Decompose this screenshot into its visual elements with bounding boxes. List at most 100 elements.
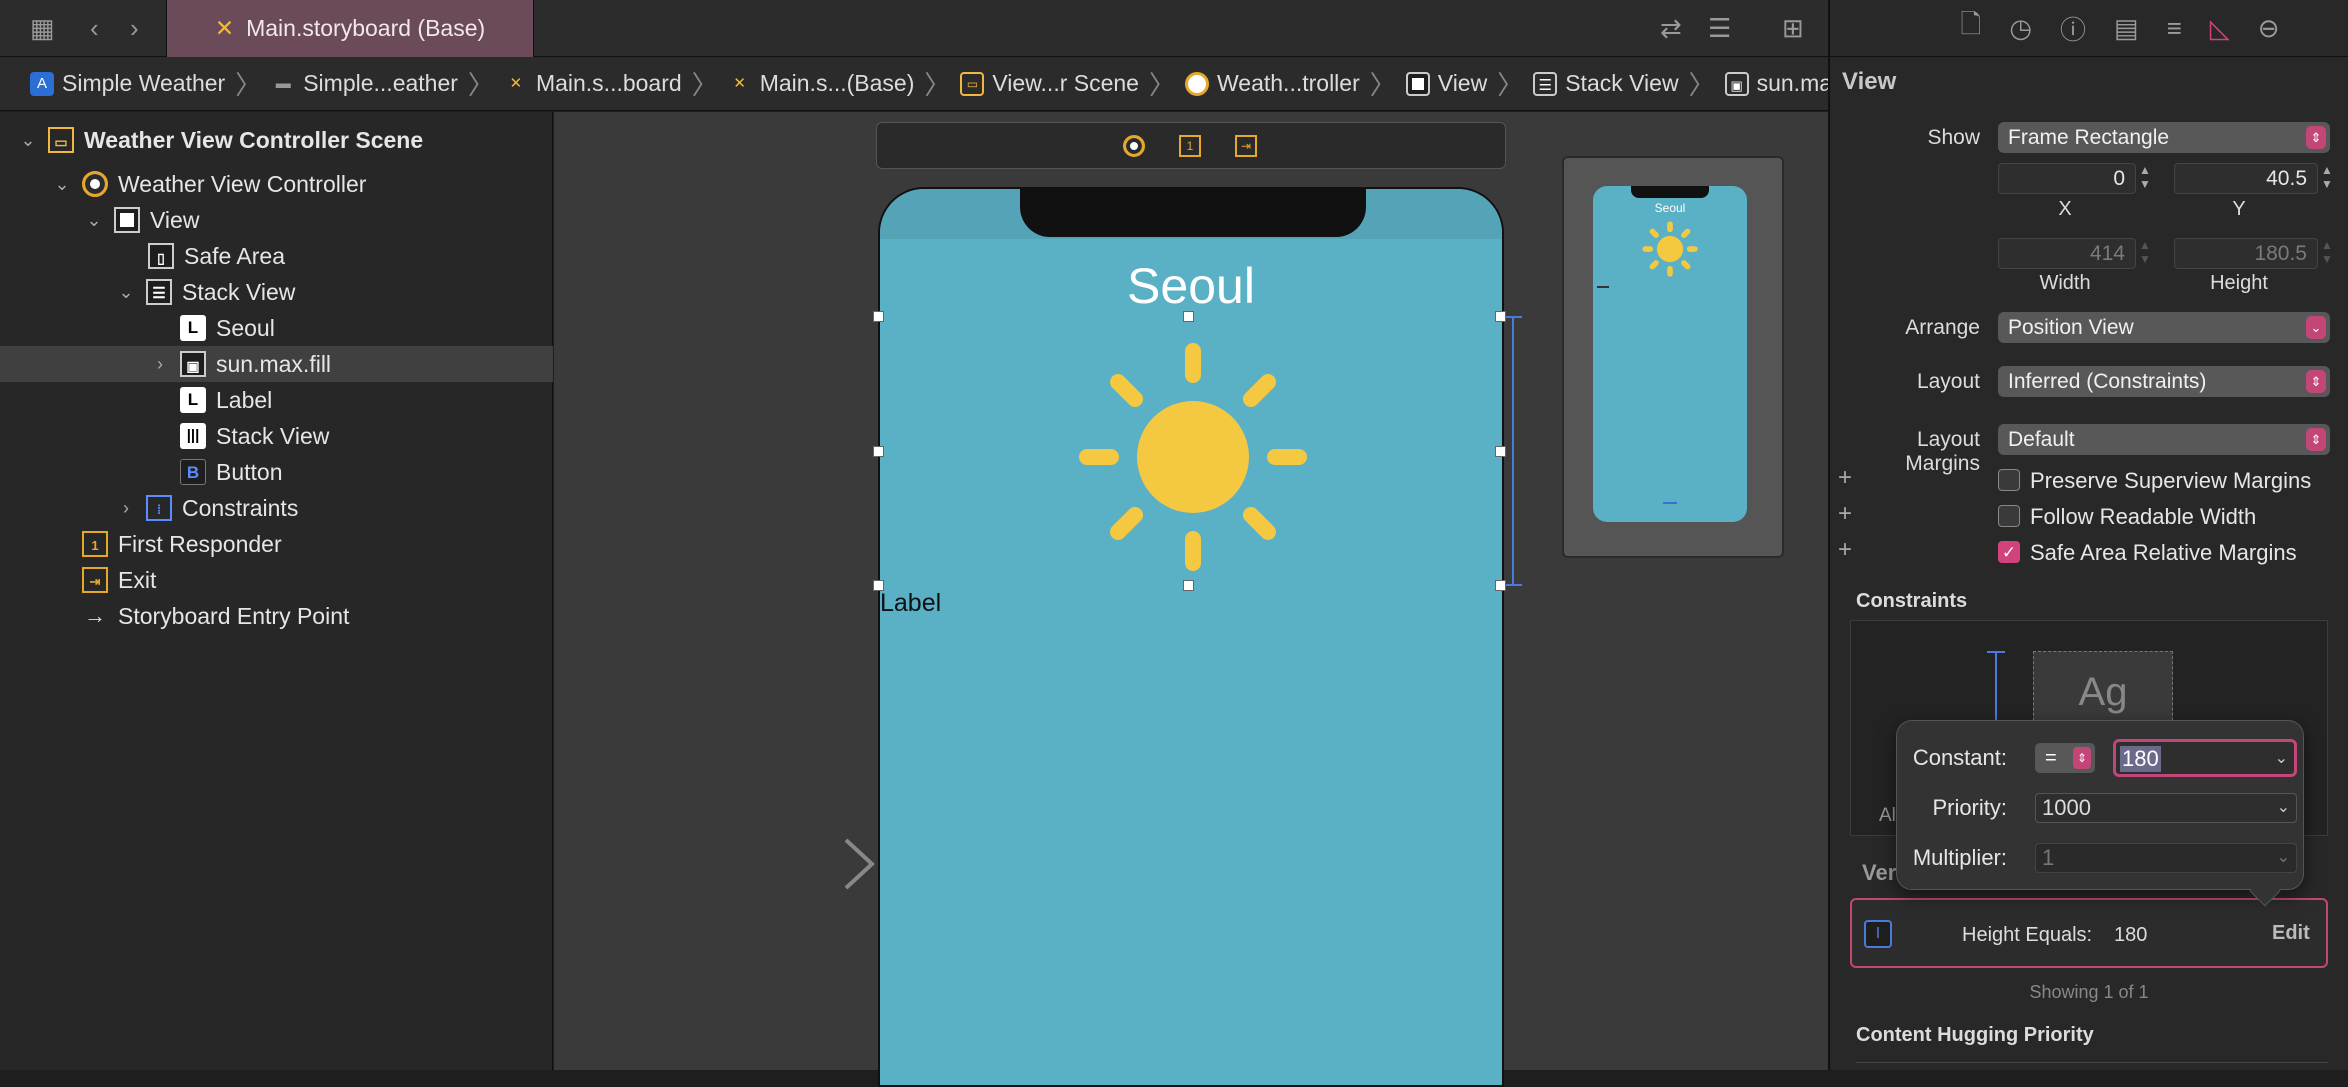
grid-icon[interactable]: ▦ bbox=[30, 13, 55, 44]
help-icon[interactable]: ⓘ bbox=[2060, 10, 2086, 47]
connections-icon[interactable]: ⊖ bbox=[2258, 13, 2280, 44]
resize-handle[interactable] bbox=[1495, 311, 1506, 322]
chevron-right-icon: 〉 bbox=[235, 70, 262, 100]
sun-icon[interactable] bbox=[1065, 329, 1321, 585]
chevron-down-icon[interactable]: ⌄ bbox=[84, 210, 104, 231]
height-constraint-line[interactable] bbox=[1512, 316, 1514, 586]
layout-margins-popup[interactable]: Default ⇕ bbox=[1998, 424, 2330, 455]
controller-icon bbox=[1185, 71, 1209, 96]
crumb-label: View...r Scene bbox=[992, 70, 1139, 96]
iphone-view[interactable]: Seoul Label bbox=[878, 187, 1504, 1087]
chevron-right-icon[interactable]: › bbox=[150, 354, 170, 375]
height-equals-label: Height Equals: bbox=[1962, 924, 2093, 946]
constraint-height-icon: I bbox=[1864, 920, 1892, 948]
inspector-title: View bbox=[1842, 68, 1897, 95]
swap-icon[interactable]: ⇄ bbox=[1660, 13, 1682, 44]
outline-sun-image[interactable]: › ▣ sun.max.fill bbox=[0, 346, 553, 382]
outline-constraints[interactable]: › ⁞ Constraints bbox=[0, 490, 553, 526]
resize-handle[interactable] bbox=[1183, 311, 1194, 322]
constant-field[interactable]: 180 ⌄ bbox=[2113, 739, 2297, 777]
outline-button[interactable]: B Button bbox=[0, 454, 553, 490]
outline-exit[interactable]: ⇥ Exit bbox=[0, 562, 553, 598]
inspector-tabs: 🗋 ◷ ⓘ ▤ ≡ ◺ ⊖ bbox=[1830, 0, 2348, 57]
layout-popup[interactable]: Inferred (Constraints) ⇕ bbox=[1998, 366, 2330, 397]
crumb-scene[interactable]: ▭ View...r Scene bbox=[960, 70, 1139, 97]
resize-handle[interactable] bbox=[873, 580, 884, 591]
plus-icon[interactable]: + bbox=[1838, 464, 1852, 492]
outline-seoul-label[interactable]: L Seoul bbox=[0, 310, 553, 346]
size-inspector-icon[interactable]: ◺ bbox=[2210, 13, 2230, 44]
layout-margins-label: Layout Margins bbox=[1905, 428, 1980, 475]
outline-first-responder[interactable]: 1 First Responder bbox=[0, 526, 553, 562]
show-popup[interactable]: Frame Rectangle ⇕ bbox=[1998, 122, 2330, 153]
readable-width-checkbox[interactable] bbox=[1998, 505, 2020, 527]
chevron-down-icon[interactable]: ⌄ bbox=[2275, 748, 2288, 768]
crumb-stack-view[interactable]: ☰ Stack View bbox=[1533, 70, 1679, 97]
outline-label-item[interactable]: L Label bbox=[0, 382, 553, 418]
outline-label: Seoul bbox=[216, 314, 275, 341]
safe-area-margins-checkbox[interactable]: ✓ bbox=[1998, 541, 2020, 563]
identity-icon[interactable]: ▤ bbox=[2114, 13, 2139, 44]
outline-stack-view[interactable]: ⌄ ☰ Stack View bbox=[0, 274, 553, 310]
chevron-down-icon[interactable]: ⌄ bbox=[18, 130, 38, 151]
preserve-margins-checkbox[interactable] bbox=[1998, 469, 2020, 491]
chevron-down-icon[interactable]: ⌄ bbox=[116, 282, 136, 303]
weather-label[interactable]: Label bbox=[880, 589, 941, 618]
crumb-controller[interactable]: Weath...troller bbox=[1185, 70, 1360, 97]
plus-icon[interactable]: + bbox=[1838, 536, 1852, 564]
crumb-folder[interactable]: ▬ Simple...eather bbox=[271, 70, 458, 97]
resize-handle[interactable] bbox=[1495, 580, 1506, 591]
horizontal-stack-icon: ||| bbox=[180, 423, 206, 449]
minimap-button bbox=[1663, 502, 1677, 504]
tab-main-storyboard[interactable]: ✕ Main.storyboard (Base) bbox=[166, 0, 534, 57]
show-label: Show bbox=[1927, 126, 1980, 149]
resize-handle[interactable] bbox=[1495, 446, 1506, 457]
priority-field[interactable]: 1000 ⌄ bbox=[2035, 793, 2297, 823]
add-editor-icon[interactable]: ⊞ bbox=[1782, 13, 1804, 44]
city-label[interactable]: Seoul bbox=[880, 257, 1502, 315]
entry-point-arrow[interactable] bbox=[724, 838, 876, 890]
outline-safe-area[interactable]: ▯ Safe Area bbox=[0, 238, 553, 274]
chevron-right-icon[interactable]: › bbox=[116, 498, 136, 519]
minimap-notch bbox=[1631, 186, 1709, 198]
updown-icon: ⇕ bbox=[2073, 747, 2091, 769]
lines-icon[interactable]: ☰ bbox=[1708, 13, 1731, 44]
crumb-project[interactable]: A Simple Weather bbox=[30, 70, 225, 97]
crumb-storyboard-base[interactable]: ✕ Main.s...(Base) bbox=[728, 70, 914, 97]
back-icon[interactable]: ‹ bbox=[90, 13, 99, 44]
file-icon[interactable]: 🗋 bbox=[1960, 6, 1981, 50]
layout-value: Inferred (Constraints) bbox=[2008, 370, 2207, 393]
crumb-storyboard[interactable]: ✕ Main.s...board bbox=[504, 70, 682, 97]
y-stepper[interactable]: ▲ ▼ bbox=[2318, 163, 2336, 194]
height-constraint-row[interactable]: I Height Equals: 180 Edit bbox=[1850, 898, 2328, 968]
resize-handle[interactable] bbox=[873, 446, 884, 457]
x-stepper[interactable]: ▲ ▼ bbox=[2136, 163, 2154, 194]
width-label: Width bbox=[2039, 272, 2091, 294]
history-icon[interactable]: ◷ bbox=[2009, 13, 2032, 44]
width-stepper: ▲ ▼ bbox=[2139, 238, 2151, 266]
x-field[interactable]: 0 bbox=[1998, 163, 2136, 194]
outline-scene[interactable]: ⌄ ▭ Weather View Controller Scene bbox=[0, 122, 553, 158]
resize-handle[interactable] bbox=[1183, 580, 1194, 591]
forward-icon[interactable]: › bbox=[130, 13, 139, 44]
outline-view[interactable]: ⌄ View bbox=[0, 202, 553, 238]
plus-icon[interactable]: + bbox=[1838, 500, 1852, 528]
outline-entry-point[interactable]: → Storyboard Entry Point bbox=[0, 598, 553, 634]
chevron-down-icon[interactable]: ⌄ bbox=[52, 174, 72, 195]
controller-icon[interactable] bbox=[1123, 135, 1145, 157]
outline-controller[interactable]: ⌄ Weather View Controller bbox=[0, 166, 553, 202]
arrange-popup[interactable]: Position View ⌄ bbox=[1998, 312, 2330, 343]
outline-label: Constraints bbox=[182, 494, 299, 521]
crumb-view[interactable]: View bbox=[1405, 70, 1487, 97]
exit-icon[interactable]: ⇥ bbox=[1235, 135, 1257, 157]
relation-popup[interactable]: = ⇕ bbox=[2035, 743, 2095, 773]
outline-label: Exit bbox=[118, 566, 157, 593]
first-responder-icon[interactable]: 1 bbox=[1179, 135, 1201, 157]
edit-button[interactable]: Edit bbox=[2272, 922, 2310, 945]
minimap-city: Seoul bbox=[1654, 201, 1686, 215]
outline-inner-stack[interactable]: ||| Stack View bbox=[0, 418, 553, 454]
resize-handle[interactable] bbox=[873, 311, 884, 322]
y-field[interactable]: 40.5 bbox=[2174, 163, 2318, 194]
safe-area-icon: ▯ bbox=[148, 243, 174, 269]
attributes-icon[interactable]: ≡ bbox=[2167, 13, 2182, 44]
